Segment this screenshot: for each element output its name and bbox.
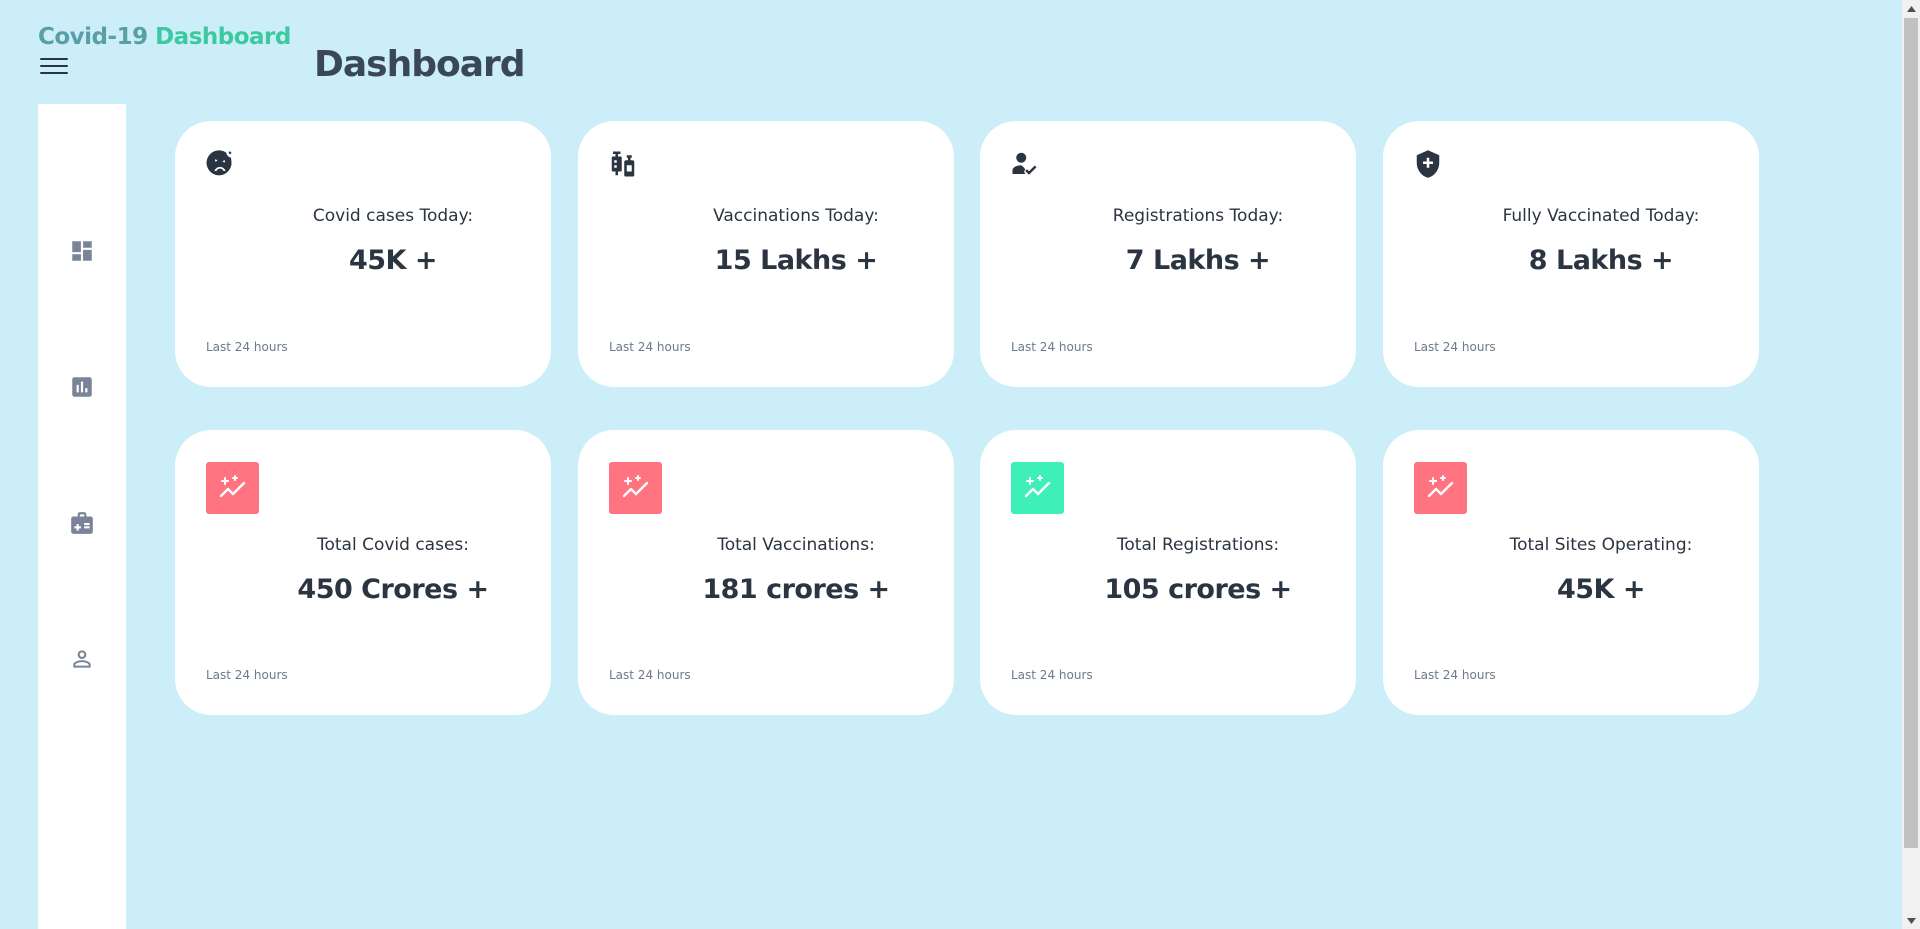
- card-footnote: Last 24 hours: [609, 668, 691, 682]
- card-total-registrations: Total Registrations: 105 crores + Last 2…: [980, 430, 1356, 715]
- card-footnote: Last 24 hours: [206, 668, 288, 682]
- scroll-up-arrow-icon[interactable]: [1902, 0, 1920, 17]
- card-label: Registrations Today:: [1112, 206, 1284, 226]
- card-total-vaccinations: Total Vaccinations: 181 crores + Last 24…: [578, 430, 954, 715]
- card-label: Total Sites Operating:: [1509, 535, 1693, 555]
- brand-text-covid: Covid-19: [38, 24, 148, 50]
- shield-plus-icon: [1413, 149, 1443, 179]
- brand-text-dashboard: Dashboard: [155, 24, 291, 50]
- card-total-covid-cases: Total Covid cases: 450 Crores + Last 24 …: [175, 430, 551, 715]
- card-label: Fully Vaccinated Today:: [1502, 206, 1700, 226]
- card-footnote: Last 24 hours: [1414, 668, 1496, 682]
- card-value: 7 Lakhs +: [1125, 245, 1271, 276]
- trend-sparkle-icon: [206, 462, 259, 514]
- card-label: Covid cases Today:: [312, 206, 474, 226]
- card-value: 8 Lakhs +: [1528, 245, 1674, 276]
- card-footnote: Last 24 hours: [1011, 668, 1093, 682]
- hamburger-menu-icon[interactable]: [40, 58, 68, 78]
- page-title: Dashboard: [314, 44, 526, 85]
- dashboard-page: Covid-19 Dashboard Dashboard Covid cases…: [0, 0, 1920, 929]
- card-covid-cases-today: Covid cases Today: 45K + Last 24 hours: [175, 121, 551, 387]
- card-label: Total Registrations:: [1116, 535, 1280, 555]
- card-vaccinations-today: Vaccinations Today: 15 Lakhs + Last 24 h…: [578, 121, 954, 387]
- card-footnote: Last 24 hours: [609, 340, 691, 354]
- sidebar-item-stats[interactable]: [38, 362, 126, 412]
- card-total-sites-operating: Total Sites Operating: 45K + Last 24 hou…: [1383, 430, 1759, 715]
- card-value: 450 Crores +: [297, 574, 489, 605]
- sidebar-item-profile[interactable]: [38, 634, 126, 684]
- card-footnote: Last 24 hours: [1414, 340, 1496, 354]
- card-fully-vaccinated-today: Fully Vaccinated Today: 8 Lakhs + Last 2…: [1383, 121, 1759, 387]
- card-registrations-today: Registrations Today: 7 Lakhs + Last 24 h…: [980, 121, 1356, 387]
- scroll-down-arrow-icon[interactable]: [1902, 912, 1920, 929]
- sidebar: [38, 104, 126, 929]
- grid-icon: [72, 241, 92, 261]
- brand-logo: Covid-19 Dashboard: [38, 24, 291, 50]
- card-value: 45K +: [1556, 574, 1646, 605]
- card-value: 105 crores +: [1104, 574, 1292, 605]
- user-icon: [73, 650, 91, 668]
- card-value: 45K +: [348, 245, 438, 276]
- user-check-icon: [1010, 149, 1040, 179]
- card-footnote: Last 24 hours: [1011, 340, 1093, 354]
- vaccine-icon: [608, 149, 638, 179]
- card-label: Vaccinations Today:: [713, 206, 879, 226]
- trend-sparkle-icon: [1414, 462, 1467, 514]
- card-value: 15 Lakhs +: [714, 245, 878, 276]
- bar-chart-icon: [72, 377, 92, 397]
- card-label: Total Vaccinations:: [717, 535, 875, 555]
- scrollbar-thumb[interactable]: [1904, 18, 1918, 848]
- sick-face-icon: [205, 149, 235, 179]
- sidebar-item-dashboard[interactable]: [38, 226, 126, 276]
- card-value: 181 crores +: [702, 574, 890, 605]
- sidebar-item-medical[interactable]: [38, 498, 126, 548]
- card-label: Total Covid cases:: [316, 535, 470, 555]
- medical-kit-icon: [71, 512, 93, 534]
- card-footnote: Last 24 hours: [206, 340, 288, 354]
- trend-sparkle-icon: [609, 462, 662, 514]
- trend-sparkle-icon: [1011, 462, 1064, 514]
- vertical-scrollbar[interactable]: [1902, 0, 1920, 929]
